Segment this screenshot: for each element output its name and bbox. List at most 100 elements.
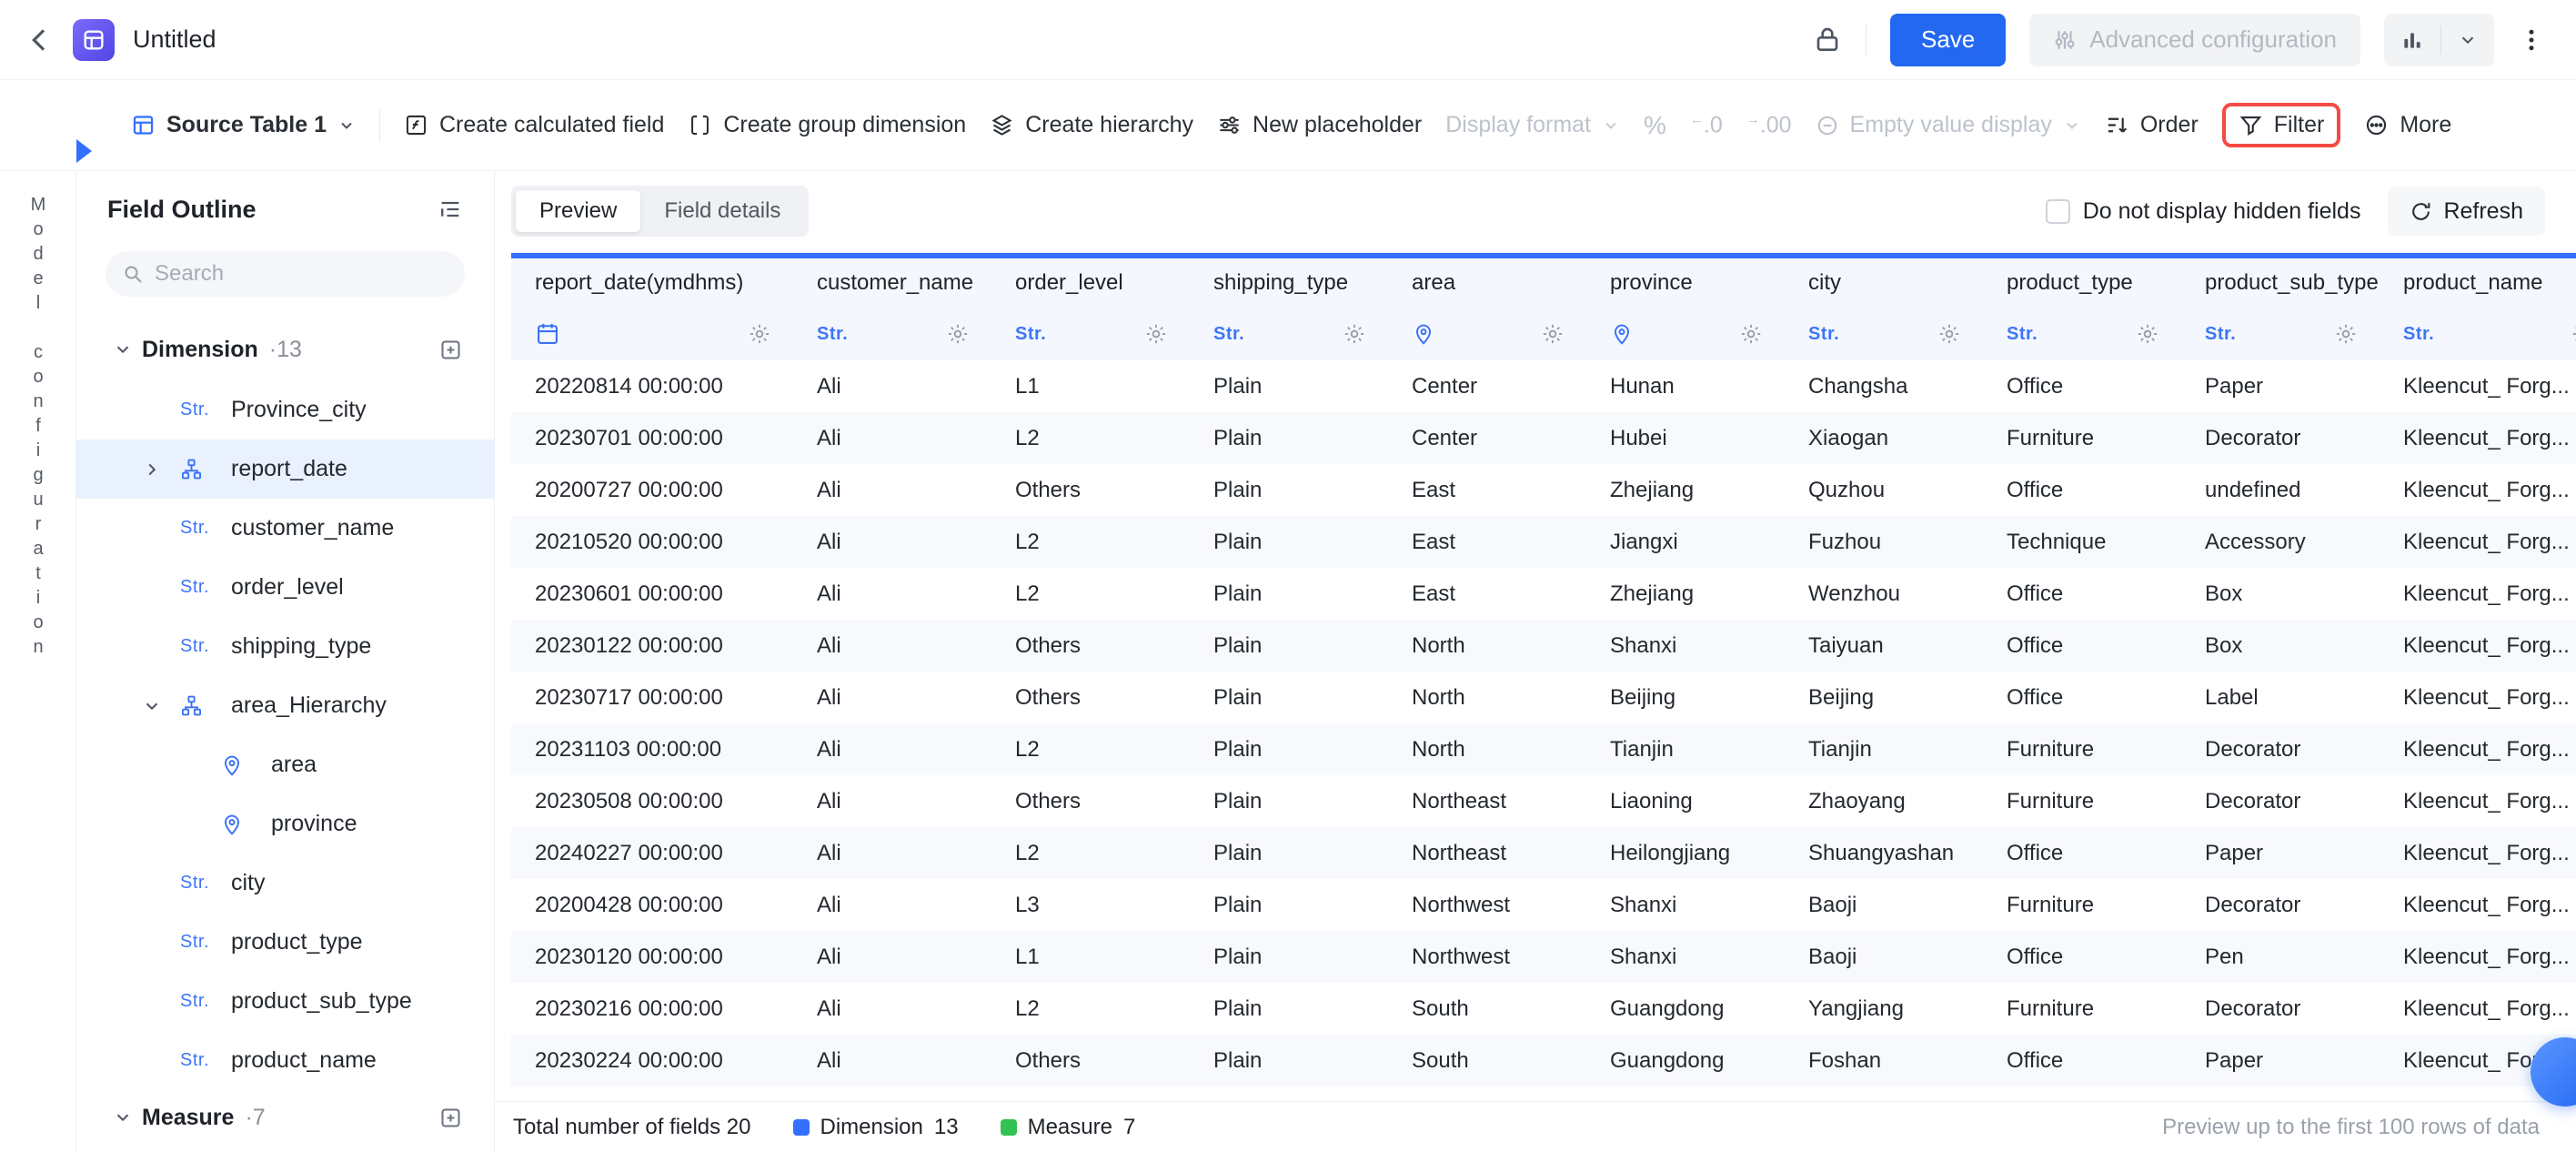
table-row[interactable]: 20230216 00:00:00AliL2PlainSouthGuangdon… [511, 983, 2576, 1035]
dimension-item-list: Str.Province_cityreport_dateStr.customer… [76, 380, 494, 1090]
divider [379, 109, 380, 142]
dimension-section-header[interactable]: Dimension ·13 [76, 333, 494, 366]
table-row[interactable]: 20210520 00:00:00AliL2PlainEastJiangxiFu… [511, 516, 2576, 568]
sidebar-item-report_date[interactable]: report_date [76, 440, 494, 499]
chevron-right-icon[interactable] [142, 460, 162, 480]
table-row[interactable]: 20240227 00:00:00AliL2PlainNortheastHeil… [511, 827, 2576, 879]
outline-list-icon[interactable] [438, 197, 463, 222]
gear-icon[interactable] [748, 322, 771, 346]
sidebar-item-area[interactable]: area [76, 735, 494, 794]
column-header[interactable]: customer_name [793, 258, 991, 308]
add-field-icon[interactable] [438, 338, 463, 362]
display-format-dropdown[interactable]: Display format [1445, 112, 1620, 138]
sidebar-item-province[interactable]: province [76, 794, 494, 854]
divider [1866, 24, 1867, 56]
gear-icon[interactable] [1739, 322, 1763, 346]
sidebar-item-order_level[interactable]: Str.order_level [76, 558, 494, 617]
kebab-menu-icon[interactable] [2518, 26, 2545, 54]
gear-icon[interactable] [946, 322, 970, 346]
create-group-dimension-button[interactable]: Create group dimension [688, 112, 966, 138]
create-calculated-field-button[interactable]: Create calculated field [404, 112, 664, 138]
add-field-icon[interactable] [438, 1106, 463, 1130]
bar-chart-icon[interactable] [2384, 14, 2440, 66]
order-button[interactable]: Order [2105, 112, 2199, 138]
increase-decimal-button[interactable]: →.00 [1746, 112, 1792, 138]
table-row[interactable]: 20230120 00:00:00AliL1PlainNorthwestShan… [511, 931, 2576, 983]
create-hierarchy-button[interactable]: Create hierarchy [990, 112, 1193, 138]
search-input[interactable] [155, 261, 448, 287]
column-header[interactable]: report_date(ymdhms) [511, 258, 793, 308]
table-row[interactable]: 20220814 00:00:00AliL1PlainCenterHunanCh… [511, 360, 2576, 412]
sidebar-item-city[interactable]: Str.city [76, 854, 494, 913]
sidebar-item-product_type[interactable]: Str.product_type [76, 913, 494, 972]
sidebar-item-shipping_type[interactable]: Str.shipping_type [76, 617, 494, 676]
source-table-selector[interactable]: Source Table 1 [131, 112, 356, 138]
preview-panel: Preview Field details Do not display hid… [495, 171, 2576, 1152]
top-bar: Untitled Save Advanced configuration [0, 0, 2576, 80]
table-icon [131, 113, 156, 137]
gear-icon[interactable] [1343, 322, 1366, 346]
sidebar-item-product_name[interactable]: Str.product_name [76, 1031, 494, 1090]
sidebar-item-product_sub_type[interactable]: Str.product_sub_type [76, 972, 494, 1031]
chart-split-button[interactable] [2384, 14, 2494, 66]
advanced-configuration-button[interactable]: Advanced configuration [2029, 14, 2360, 66]
percent-format-button[interactable]: % [1644, 111, 1666, 140]
total-fields-value: 20 [727, 1115, 751, 1139]
save-button[interactable]: Save [1890, 14, 2006, 66]
column-header[interactable]: product_type [1983, 258, 2181, 308]
model-configuration-label: Model configuration [27, 195, 48, 1152]
column-header[interactable]: order_level [991, 258, 1190, 308]
field-outline-title: Field Outline [107, 196, 257, 224]
model-configuration-strip: Model configuration [0, 171, 76, 1152]
chevron-down-icon[interactable] [2441, 14, 2494, 66]
string-type-icon: Str. [1808, 324, 1839, 345]
table-row[interactable]: 20230701 00:00:00AliL2PlainCenterHubeiXi… [511, 412, 2576, 464]
sidebar-item-area_Hierarchy[interactable]: area_Hierarchy [76, 676, 494, 735]
empty-value-display-dropdown[interactable]: Empty value display [1816, 112, 2081, 138]
filter-button[interactable]: Filter [2222, 103, 2341, 147]
lock-icon[interactable] [1813, 25, 1842, 55]
table-row[interactable]: 20230122 00:00:00AliOthersPlainNorthShan… [511, 620, 2576, 672]
table-row[interactable]: 20230601 00:00:00AliL2PlainEastZhejiangW… [511, 568, 2576, 620]
sidebar-item-customer_name[interactable]: Str.customer_name [76, 499, 494, 558]
gear-icon[interactable] [2334, 322, 2358, 346]
hierarchy-layers-icon [990, 113, 1014, 137]
gear-icon[interactable] [1144, 322, 1168, 346]
geo-icon [220, 753, 257, 777]
gear-icon[interactable] [2136, 322, 2159, 346]
more-button[interactable]: More [2364, 112, 2451, 138]
new-placeholder-button[interactable]: New placeholder [1217, 112, 1422, 138]
column-header[interactable]: area [1388, 258, 1586, 308]
gear-icon[interactable] [2571, 322, 2576, 346]
string-type-icon: Str. [2403, 324, 2434, 345]
gear-icon[interactable] [1937, 322, 1961, 346]
string-type-icon: Str. [180, 1050, 216, 1071]
field-search-box[interactable] [106, 251, 465, 297]
panel-collapse-arrow-icon[interactable] [76, 139, 92, 163]
chevron-down-icon[interactable] [113, 339, 133, 359]
sidebar-item-Province_city[interactable]: Str.Province_city [76, 380, 494, 440]
chevron-down-icon[interactable] [113, 1107, 133, 1127]
string-type-icon: Str. [180, 577, 216, 598]
decrease-decimal-button[interactable]: ←.0 [1690, 112, 1723, 138]
column-header[interactable]: city [1785, 258, 1983, 308]
table-row[interactable]: 20230508 00:00:00AliOthersPlainNortheast… [511, 775, 2576, 827]
tab-preview[interactable]: Preview [516, 190, 640, 232]
chevron-down-icon[interactable] [142, 696, 162, 716]
hidden-fields-checkbox[interactable] [2046, 199, 2070, 224]
column-header[interactable]: shipping_type [1190, 258, 1388, 308]
measure-section-header[interactable]: Measure ·7 [76, 1101, 494, 1134]
column-header[interactable]: product_sub_type [2181, 258, 2380, 308]
tab-field-details[interactable]: Field details [640, 190, 804, 232]
column-header[interactable]: province [1586, 258, 1785, 308]
refresh-button[interactable]: Refresh [2388, 187, 2545, 236]
table-row[interactable]: 20230717 00:00:00AliOthersPlainNorthBeij… [511, 672, 2576, 723]
table-row[interactable]: 20200428 00:00:00AliL3PlainNorthwestShan… [511, 879, 2576, 931]
table-row[interactable]: 20200727 00:00:00AliOthersPlainEastZheji… [511, 464, 2576, 516]
column-header[interactable]: product_name [2380, 258, 2576, 308]
hidden-fields-toggle[interactable]: Do not display hidden fields [2046, 198, 2361, 225]
table-row[interactable]: 20230224 00:00:00AliOthersPlainSouthGuan… [511, 1035, 2576, 1086]
gear-icon[interactable] [1541, 322, 1565, 346]
table-row[interactable]: 20231103 00:00:00AliL2PlainNorthTianjinT… [511, 723, 2576, 775]
back-icon[interactable] [25, 25, 55, 55]
